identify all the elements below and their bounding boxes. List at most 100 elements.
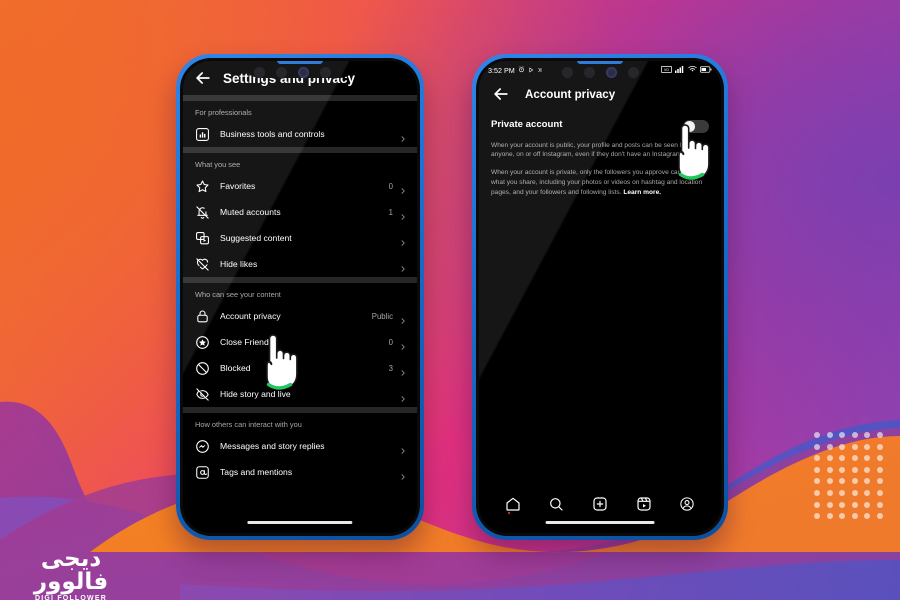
phone1-screen: Settings and privacy For professionals Bu… [183, 61, 417, 533]
settings-row-favorites[interactable]: Favorites 0 [183, 173, 417, 199]
settings-row-label: Blocked [220, 363, 251, 373]
dot [864, 513, 870, 520]
nfc-icon [537, 66, 543, 75]
chevron-right-icon [399, 234, 407, 246]
settings-row-label: Hide likes [220, 259, 258, 269]
chevron-right-icon [399, 468, 407, 480]
settings-row-blocked[interactable]: Blocked 3 [183, 355, 417, 381]
chevron-right-icon [399, 130, 407, 142]
settings-row-business-tools-and-controls[interactable]: Business tools and controls [183, 121, 417, 147]
notification-dot [507, 511, 511, 514]
home-indicator [247, 521, 353, 524]
bell-slash-icon [195, 205, 210, 220]
private-account-row: Private account [491, 119, 709, 133]
dot [851, 455, 858, 462]
camera-lens-icon [628, 67, 639, 78]
dot [839, 513, 845, 520]
add-post-icon[interactable] [592, 496, 608, 512]
settings-row-label: Close Friends [220, 337, 274, 347]
dot [864, 443, 870, 450]
camera-lens-icon [606, 67, 617, 78]
dot [851, 443, 858, 450]
settings-row-label: Account privacy [220, 311, 281, 321]
dot [851, 432, 858, 438]
camera-lens-icon [254, 67, 265, 78]
chevron-right-icon [399, 390, 407, 402]
settings-row-label: Muted accounts [220, 207, 281, 217]
settings-row-account-privacy[interactable]: Account privacy Public [183, 303, 417, 329]
signal-bars-icon [675, 65, 685, 75]
blocked-icon [195, 361, 210, 376]
settings-row-suggested-content[interactable]: Suggested content [183, 225, 417, 251]
settings-row-hide-story-and-live[interactable]: Hide story and live [183, 381, 417, 407]
arrow-left-icon[interactable] [193, 68, 213, 88]
dot [876, 443, 883, 450]
phone-device-account-privacy: 3:52 PM VO Account privacy Private accou… [472, 54, 728, 540]
dot [839, 466, 845, 473]
notch-pill [277, 61, 323, 64]
learn-more-link[interactable]: Learn more. [623, 189, 661, 196]
settings-row-muted-accounts[interactable]: Muted accounts 1 [183, 199, 417, 225]
alarm-icon [518, 65, 525, 75]
profile-avatar-icon[interactable] [679, 496, 695, 512]
dot [864, 432, 870, 438]
phone2-notch [552, 61, 648, 78]
dot [876, 432, 883, 438]
lock-icon [195, 309, 210, 324]
chevron-right-icon [399, 208, 407, 220]
dot [826, 501, 833, 508]
arrow-left-icon[interactable] [491, 84, 511, 104]
dot [876, 513, 883, 520]
section-label: Who can see your content [195, 290, 281, 299]
settings-list: For professionals Business tools and cont… [183, 95, 417, 485]
settings-row-label: Messages and story replies [220, 441, 325, 451]
private-account-toggle[interactable] [683, 120, 709, 133]
dot [876, 478, 883, 485]
at-sign-icon [195, 465, 210, 480]
chevron-right-icon [399, 364, 407, 376]
decorative-dot-grid [814, 432, 889, 525]
dot [826, 513, 833, 520]
settings-row-value: 0 [388, 181, 393, 191]
dot [826, 432, 833, 438]
settings-row-value: 1 [388, 207, 393, 217]
phone1-bezel: Settings and privacy For professionals Bu… [180, 58, 420, 536]
settings-row-label: Suggested content [220, 233, 292, 243]
dot [839, 455, 845, 462]
settings-row-value: 0 [388, 337, 393, 347]
search-icon[interactable] [548, 496, 564, 512]
chevron-right-icon [399, 442, 407, 454]
settings-row-messages-and-story-replies[interactable]: Messages and story replies [183, 433, 417, 459]
dot [839, 501, 845, 508]
dot [826, 478, 833, 485]
private-account-section: Private account When your account is pub… [479, 109, 721, 198]
chevron-right-icon [399, 182, 407, 194]
wifi-icon [688, 65, 697, 75]
settings-row-close-friends[interactable]: Close Friends 0 [183, 329, 417, 355]
heart-slash-icon [195, 257, 210, 272]
reels-icon[interactable] [636, 496, 652, 512]
dot [851, 489, 858, 496]
phone2-header: Account privacy [479, 79, 721, 109]
camera-lens-icon [320, 67, 331, 78]
dot [814, 478, 820, 485]
dot [826, 466, 833, 473]
dot [876, 466, 883, 473]
dot [826, 455, 833, 462]
phone1-notch [244, 61, 356, 78]
settings-row-hide-likes[interactable]: Hide likes [183, 251, 417, 277]
dot [851, 513, 858, 520]
dot [876, 455, 883, 462]
dot [839, 432, 845, 438]
dot [876, 501, 883, 508]
settings-row-tags-and-mentions[interactable]: Tags and mentions [183, 459, 417, 485]
settings-row-label: Hide story and live [220, 389, 291, 399]
background-wave-shapes [0, 0, 900, 600]
settings-row-label: Business tools and controls [220, 129, 325, 139]
battery-icon [700, 65, 712, 75]
settings-row-value: 3 [388, 363, 393, 373]
home-icon[interactable] [505, 496, 521, 514]
private-account-paragraph-2: When your account is private, only the f… [491, 168, 709, 198]
dot [851, 501, 858, 508]
dot [814, 432, 820, 438]
